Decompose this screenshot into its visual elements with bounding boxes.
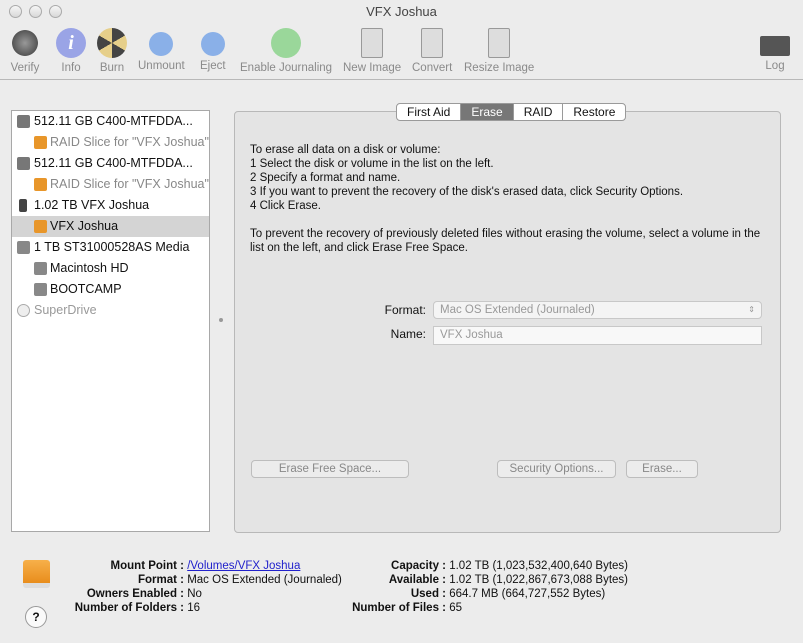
convert-icon [421, 28, 444, 58]
format-label: Format: [384, 303, 426, 317]
splitter-handle[interactable] [219, 318, 223, 322]
help-button[interactable]: ? [25, 606, 47, 628]
resize-image-icon [488, 28, 511, 58]
log-icon [760, 36, 790, 56]
updown-arrows-icon: ⇕ [748, 305, 755, 314]
volume-info-left: Mount Point : /Volumes/VFX Joshua Format… [74, 560, 342, 614]
burn-button[interactable]: Burn [97, 28, 127, 74]
window-title: VFX Joshua [366, 4, 437, 19]
disk-item[interactable]: 1.02 TB VFX Joshua [12, 195, 209, 216]
raid-slice-icon [34, 178, 47, 191]
raid-set-icon [19, 199, 27, 212]
info-button[interactable]: i Info [56, 28, 86, 74]
tab-restore[interactable]: Restore [563, 104, 625, 120]
convert-button[interactable]: Convert [412, 28, 452, 74]
title-bar: VFX Joshua [0, 0, 803, 24]
erase-free-space-button[interactable]: Erase Free Space... [251, 460, 409, 478]
erase-instructions: To erase all data on a disk or volume: 1 … [250, 144, 684, 212]
eject-icon [200, 32, 225, 56]
volume-icon [34, 220, 47, 233]
journaling-icon [271, 28, 302, 58]
disk-icon [17, 157, 30, 170]
eject-button[interactable]: Eject [200, 28, 226, 72]
erase-button[interactable]: Erase... [626, 460, 698, 478]
disk-item[interactable]: 512.11 GB C400-MTFDDA... [12, 153, 209, 174]
disk-icon [17, 115, 30, 128]
name-input[interactable]: VFX Joshua [433, 326, 762, 345]
mount-point-link[interactable]: /Volumes/VFX Joshua [187, 560, 300, 572]
raid-slice-icon [34, 136, 47, 149]
tab-bar: First Aid Erase RAID Restore [396, 103, 627, 121]
close-button[interactable] [9, 5, 22, 18]
resize-image-button[interactable]: Resize Image [464, 28, 534, 74]
zoom-button[interactable] [49, 5, 62, 18]
tab-erase[interactable]: Erase [461, 104, 514, 120]
format-select[interactable]: Mac OS Extended (Journaled) ⇕ [433, 301, 762, 319]
name-label: Name: [390, 327, 426, 341]
unmount-button[interactable]: Unmount [138, 28, 185, 72]
tab-raid[interactable]: RAID [514, 104, 564, 120]
optical-drive-item[interactable]: SuperDrive [12, 300, 209, 321]
verify-button[interactable]: Verify [10, 28, 40, 74]
disk-item[interactable]: 1 TB ST31000528AS Media [12, 237, 209, 258]
enable-journaling-button[interactable]: Enable Journaling [240, 28, 332, 74]
volume-info-right: Capacity : 1.02 TB (1,023,532,400,640 By… [352, 560, 629, 614]
log-button[interactable]: Log [760, 28, 790, 72]
volume-item[interactable]: BOOTCAMP [12, 279, 209, 300]
minimize-button[interactable] [29, 5, 42, 18]
security-options-button[interactable]: Security Options... [497, 460, 616, 478]
volume-icon [34, 283, 47, 296]
volume-item-selected[interactable]: VFX Joshua [12, 216, 209, 237]
volume-icon [34, 262, 47, 275]
volume-item[interactable]: RAID Slice for "VFX Joshua" [12, 174, 209, 195]
microscope-icon [10, 28, 40, 58]
tab-first-aid[interactable]: First Aid [397, 104, 462, 120]
volume-item[interactable]: Macintosh HD [12, 258, 209, 279]
info-icon: i [56, 28, 86, 58]
new-image-icon [361, 28, 384, 58]
volume-icon-large [23, 560, 50, 588]
new-image-button[interactable]: New Image [343, 28, 401, 74]
toolbar: Verify i Info Burn Unmount Eject Enable J… [0, 24, 803, 80]
disk-list[interactable]: 512.11 GB C400-MTFDDA... RAID Slice for … [11, 110, 210, 532]
unmount-icon [149, 32, 174, 56]
disk-item[interactable]: 512.11 GB C400-MTFDDA... [12, 111, 209, 132]
volume-item[interactable]: RAID Slice for "VFX Joshua" [12, 132, 209, 153]
free-space-note: To prevent the recovery of previously de… [250, 228, 761, 254]
burn-icon [97, 28, 127, 58]
disk-icon [17, 241, 30, 254]
superdrive-icon [17, 304, 30, 317]
